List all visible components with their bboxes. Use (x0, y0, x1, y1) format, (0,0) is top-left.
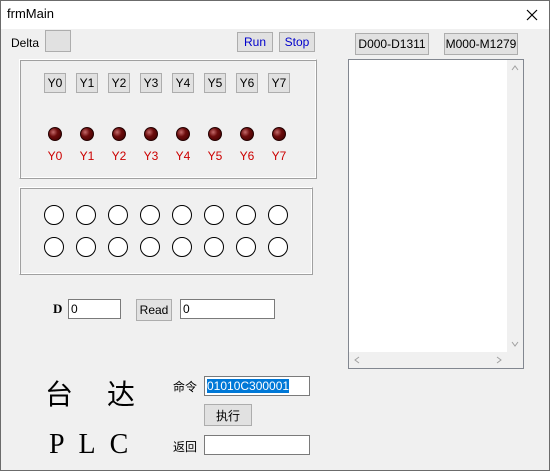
d-range-button[interactable]: D000-D1311 (355, 33, 429, 55)
output-button-y4[interactable]: Y4 (172, 73, 194, 93)
scroll-right-icon[interactable] (496, 356, 502, 364)
output-led-y3 (144, 127, 158, 141)
read-button[interactable]: Read (136, 299, 172, 321)
execute-button[interactable]: 执行 (204, 404, 252, 426)
output-led-label: Y2 (111, 149, 127, 163)
scroll-up-icon[interactable] (511, 65, 519, 71)
command-label: 命令 (173, 380, 198, 394)
input-indicator (268, 205, 288, 225)
input-indicator (268, 237, 288, 257)
delta-label: Delta (11, 36, 40, 50)
command-input-text: 01010C300001 (207, 379, 290, 393)
return-label: 返回 (173, 440, 198, 454)
output-led-y6 (240, 127, 254, 141)
close-icon (526, 9, 538, 21)
input-indicator (140, 205, 160, 225)
delta-button[interactable] (45, 30, 71, 52)
input-indicator (44, 237, 64, 257)
output-led-label: Y6 (239, 149, 255, 163)
title-bar: frmMain (1, 1, 549, 29)
data-listbox[interactable] (348, 59, 524, 369)
input-indicator (204, 237, 224, 257)
input-indicator (140, 237, 160, 257)
d-address-input[interactable]: 0 (68, 299, 121, 319)
output-led-y5 (208, 127, 222, 141)
run-button[interactable]: Run (237, 32, 273, 52)
read-result-field[interactable]: 0 (180, 299, 275, 319)
scroll-left-icon[interactable] (354, 356, 360, 364)
brand-char-2: 达 (107, 380, 136, 411)
brand-plc: P L C (49, 429, 133, 460)
scroll-corner (507, 352, 523, 368)
command-input[interactable]: 01010C300001 (204, 376, 310, 396)
input-indicator (236, 205, 256, 225)
input-indicator (76, 237, 96, 257)
output-led-y1 (80, 127, 94, 141)
output-button-y2[interactable]: Y2 (108, 73, 130, 93)
output-led-label: Y7 (271, 149, 287, 163)
output-led-y2 (112, 127, 126, 141)
main-window: frmMain Delta Run Stop D000-D1311 M000-M… (0, 0, 550, 471)
output-led-y4 (176, 127, 190, 141)
output-led-label: Y3 (143, 149, 159, 163)
output-button-y6[interactable]: Y6 (236, 73, 258, 93)
output-led-label: Y5 (207, 149, 223, 163)
input-indicator (108, 205, 128, 225)
m-range-button[interactable]: M000-M1279 (444, 33, 518, 55)
output-led-label: Y4 (175, 149, 191, 163)
input-indicator (108, 237, 128, 257)
output-button-y5[interactable]: Y5 (204, 73, 226, 93)
input-indicator (236, 237, 256, 257)
output-led-label: Y0 (47, 149, 63, 163)
input-indicator (172, 205, 192, 225)
output-led-y7 (272, 127, 286, 141)
output-button-y7[interactable]: Y7 (268, 73, 290, 93)
window-title: frmMain (7, 6, 54, 21)
input-indicator (204, 205, 224, 225)
output-button-y3[interactable]: Y3 (140, 73, 162, 93)
vertical-scrollbar[interactable] (507, 60, 523, 352)
return-field[interactable] (204, 435, 310, 455)
close-button[interactable] (515, 1, 549, 29)
output-button-y0[interactable]: Y0 (44, 73, 66, 93)
brand-char-1: 台 (45, 380, 74, 411)
stop-button[interactable]: Stop (279, 32, 315, 52)
inputs-panel (19, 187, 313, 275)
input-indicator (44, 205, 64, 225)
input-indicator (172, 237, 192, 257)
horizontal-scrollbar[interactable] (349, 352, 507, 368)
d-register-label: D (53, 301, 63, 316)
output-led-y0 (48, 127, 62, 141)
input-indicator (76, 205, 96, 225)
scroll-down-icon[interactable] (511, 341, 519, 347)
output-button-y1[interactable]: Y1 (76, 73, 98, 93)
output-led-label: Y1 (79, 149, 95, 163)
